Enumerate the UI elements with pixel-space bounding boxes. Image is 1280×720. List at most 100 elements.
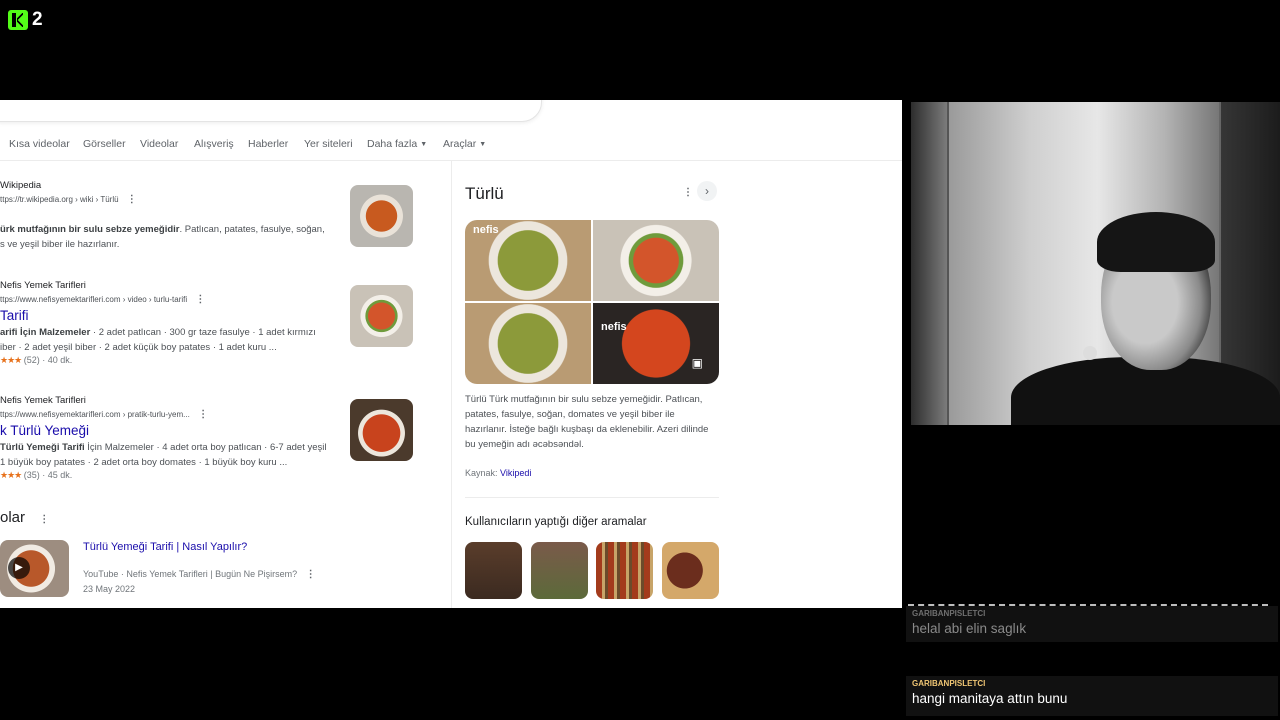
kp-watermark: nefis [601,321,627,333]
related-search-thumbnail[interactable] [531,542,588,599]
kick-logo-icon [8,10,28,30]
related-search-thumbnail[interactable] [596,542,653,599]
kp-image[interactable] [465,303,591,384]
kp-title: Türlü [465,184,504,203]
search-tabs: Kısa videolar Görseller Videolar Alışver… [0,136,902,161]
tab-shopping[interactable]: Alışveriş [194,138,234,150]
lens-icon[interactable] [489,100,502,101]
result-thumbnail[interactable] [350,185,413,247]
result-snippet-line2: 1 büyük boy patates · 2 adet orta boy do… [0,457,288,468]
more-options-icon[interactable]: ⋮ [39,514,49,525]
chat-message: GARIBANPISLETCI helal abi elin saglık [906,606,1278,642]
cook-time: · 45 dk. [42,470,73,480]
result-title[interactable]: k Türlü Yemeği [0,423,327,438]
tab-short-videos[interactable]: Kısa videolar [9,138,70,150]
more-options-icon[interactable]: ⋮ [306,569,316,580]
result-url[interactable]: ttps://www.nefisyemektarifleri.com › vid… [0,294,316,305]
cook-time: · 40 dk. [42,355,73,365]
result-url-text: ttps://www.nefisyemektarifleri.com › pra… [0,410,190,419]
snippet-bold: ürk mutfağının bir sulu sebze yemeğidir [0,224,180,235]
divider [451,160,452,608]
related-search-thumbnail[interactable] [662,542,719,599]
chat-username: GARIBANPISLETCI [912,679,986,688]
kp-source: Kaynak: Vikipedi [465,468,531,478]
result-snippet-line2: s ve yeşil biber ile hazırlanır. [0,239,120,250]
video-channel-text: YouTube · Nefis Yemek Tarifleri | Bugün … [83,569,298,579]
video-thumbnail[interactable]: ▶ [0,540,69,597]
more-options-icon[interactable]: ⋮ [683,187,693,198]
kp-description-line: hazırlanır. İsteğe bağlı kuşbaşı da ekle… [465,424,709,435]
keyboard-icon[interactable]: ⌨ [433,100,452,101]
more-options-icon[interactable]: ⋮ [198,409,208,420]
caret-down-icon: ▼ [420,140,428,148]
rating-stars-icon: ★★★ [0,470,22,480]
videos-heading-text: olar [0,509,26,526]
result-snippet: ürk mutfağının bir sulu sebze yemeğidir.… [0,222,325,237]
streamer-hair [1097,212,1215,272]
kp-image-grid[interactable]: nefis nefis ▣ [465,220,719,384]
result-url-text: ttps://tr.wikipedia.org › wiki › Türlü [0,195,119,204]
mic-icon[interactable] [462,100,472,101]
stream-logo: 2 [8,9,43,31]
result-thumbnail[interactable] [350,399,413,461]
snippet-rest: · 2 adet patlıcan · 300 gr taze fasulye … [90,327,316,338]
search-result: Nefis Yemek Tarifleri ttps://www.nefisye… [0,395,327,481]
tab-more[interactable]: Daha fazla ▼ [367,138,427,150]
tab-places[interactable]: Yer siteleri [304,138,353,150]
kp-description-line: patates, fasulye, soğan, domates ve yeşi… [465,409,675,420]
snippet-bold: arifi İçin Malzemeler [0,327,91,338]
kp-description: Türlü Türk mutfağının bir sulu sebze yem… [465,392,708,452]
chat-message: GARIBANPISLETCI hangi manitaya attın bun… [906,676,1278,716]
result-snippet: Türlü Yemeği Tarifi İçin Malzemeler · 4 … [0,440,327,455]
close-icon[interactable]: ✕ [401,100,414,103]
kp-watermark: nefis [473,224,499,236]
tab-videos[interactable]: Videolar [140,138,178,150]
webcam-feed [911,102,1280,425]
kp-description-line: bu yemeğin adı əcəbsəndəl. [465,439,584,450]
play-icon[interactable]: ▶ [8,557,30,579]
more-options-icon[interactable]: ⋮ [195,294,205,305]
rating-count: (52) [23,355,40,365]
kp-description-line: Türlü Türk mutfağının bir sulu sebze yem… [465,394,703,405]
tab-news[interactable]: Haberler [248,138,288,150]
rating-count: (35) [23,470,40,480]
videos-heading: olar ⋮ [0,509,49,526]
video-date: 23 May 2022 [83,584,136,594]
kp-image[interactable]: nefis ▣ [593,303,719,384]
tab-more-label: Daha fazla [367,138,418,150]
result-url-text: ttps://www.nefisyemektarifleri.com › vid… [0,295,188,304]
snippet-rest: . Patlıcan, patates, fasulye, soğan, [179,224,325,235]
video-title[interactable]: Türlü Yemeği Tarifi | Nasıl Yapılır? [83,541,247,553]
tab-tools-label: Araçlar [443,138,477,150]
tab-images[interactable]: Görseller [83,138,126,150]
tab-tools[interactable]: Araçlar ▼ [443,138,486,150]
snippet-rest: İçin Malzemeler · 4 adet orta boy patlıc… [84,442,327,453]
result-url[interactable]: ttps://tr.wikipedia.org › wiki › Türlü ⋮ [0,194,325,205]
result-rating: ★★★ (52) · 40 dk. [0,355,316,366]
caret-down-icon: ▼ [479,140,487,148]
related-search-thumbnail[interactable] [465,542,522,599]
chat-text: hangi manitaya attın bunu [912,691,1068,706]
search-bar[interactable]: ✕ ⌨ [0,100,542,122]
result-source: Wikipedia [0,180,42,191]
chevron-right-icon[interactable]: › [697,181,717,201]
logo-number: 2 [32,9,43,30]
divider [465,497,719,498]
result-title[interactable]: Tarifi [0,308,316,323]
kp-source-link[interactable]: Vikipedi [500,468,531,478]
kp-image[interactable] [593,220,719,301]
result-rating: ★★★ (35) · 45 dk. [0,470,327,481]
snippet-bold: Türlü Yemeği Tarifi [0,442,85,453]
chat-text: helal abi elin saglık [912,621,1027,636]
search-result: Wikipedia ttps://tr.wikipedia.org › wiki… [0,180,325,252]
result-snippet: arifi İçin Malzemeler · 2 adet patlıcan … [0,325,316,340]
result-snippet-line2: iber · 2 adet yeşil biber · 2 adet küçük… [0,342,277,353]
result-url[interactable]: ttps://www.nefisyemektarifleri.com › pra… [0,409,327,420]
kp-image[interactable]: nefis [465,220,591,301]
result-thumbnail[interactable] [350,285,413,347]
browser-window: ✕ ⌨ Kısa videolar Görseller Videolar Alı… [0,100,902,608]
more-options-icon[interactable]: ⋮ [127,194,137,205]
kp-source-label: Kaynak: [465,468,498,478]
image-gallery-icon[interactable]: ▣ [692,356,703,370]
result-source: Nefis Yemek Tarifleri [0,280,86,291]
